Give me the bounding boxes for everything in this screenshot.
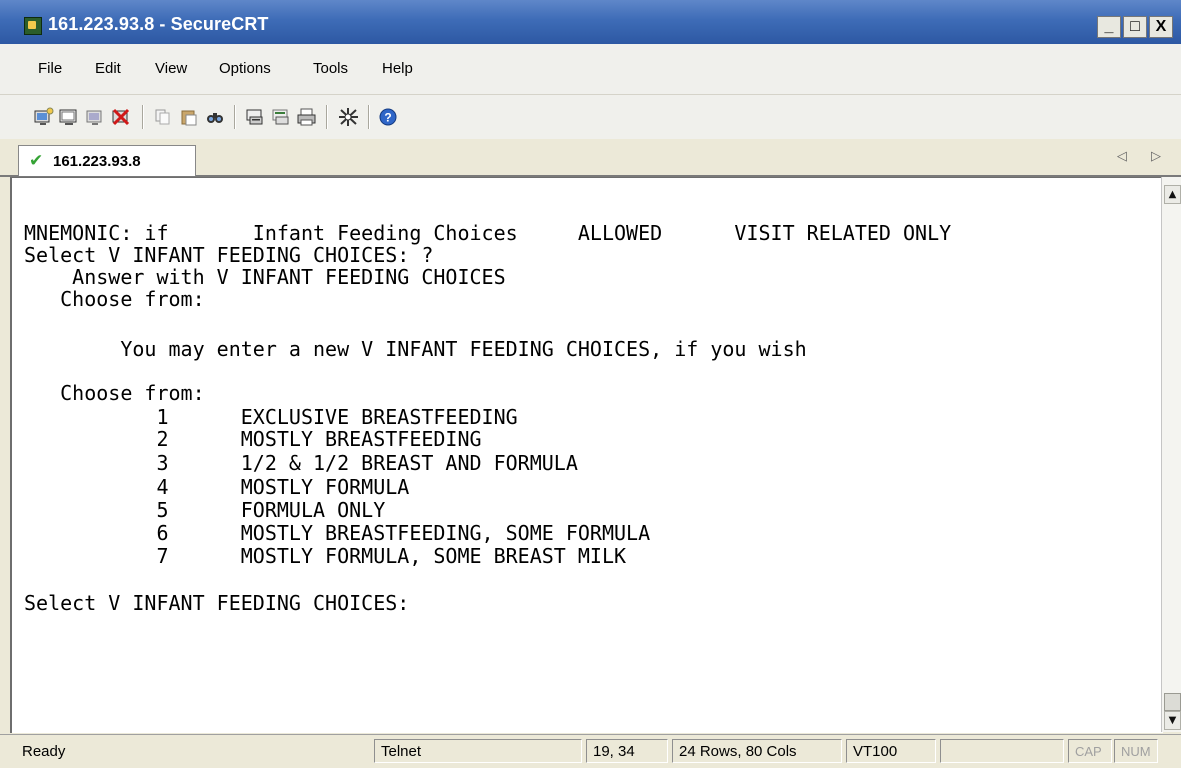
terminal-screen[interactable]: MNEMONIC: if Infant Feeding Choices ALLO… <box>10 177 1163 733</box>
scroll-thumb[interactable] <box>1164 693 1181 711</box>
status-terminal-size: 24 Rows, 80 Cols <box>672 739 842 763</box>
status-ready: Ready <box>22 742 66 760</box>
print-icon[interactable] <box>296 107 318 127</box>
svg-text:?: ? <box>384 111 391 125</box>
toolbar-separator <box>142 105 144 129</box>
scroll-down-arrow-icon[interactable]: ▼ <box>1164 711 1181 730</box>
status-blank-field <box>940 739 1064 763</box>
status-emulation: VT100 <box>846 739 936 763</box>
maximize-button[interactable]: □ <box>1123 16 1147 38</box>
terminal-line: 3 1/2 & 1/2 BREAST AND FORMULA <box>24 451 578 475</box>
minimize-button[interactable]: _ <box>1097 16 1121 38</box>
disconnect-icon[interactable] <box>110 107 132 127</box>
terminal-line: Select V INFANT FEEDING CHOICES: ? <box>24 243 434 267</box>
terminal-line: Answer with V INFANT FEEDING CHOICES <box>24 265 506 289</box>
menu-view[interactable]: View <box>155 60 187 77</box>
session-tab-bar: ✔ 161.223.93.8 ◁ ▷ <box>0 139 1181 177</box>
menu-options[interactable]: Options <box>219 60 271 77</box>
terminal-line: 5 FORMULA ONLY <box>24 498 386 522</box>
toolbar-separator <box>234 105 236 129</box>
terminal-line: MNEMONIC: if Infant Feeding Choices ALLO… <box>24 221 952 245</box>
securecrt-window: 161.223.93.8 - SecureCRT _ □ X File Edit… <box>0 0 1181 768</box>
terminal-line: 1 EXCLUSIVE BREASTFEEDING <box>24 405 518 429</box>
print-selection-icon[interactable] <box>270 107 292 127</box>
vertical-scrollbar[interactable]: ▲ ▼ <box>1161 177 1181 732</box>
terminal-line: Select V INFANT FEEDING CHOICES: <box>24 591 410 615</box>
tab-session-label: 161.223.93.8 <box>53 153 141 170</box>
tab-scroll-arrows[interactable]: ◁ ▷ <box>1117 149 1171 164</box>
copy-icon[interactable] <box>152 107 174 127</box>
status-bar: Ready Telnet 19, 34 24 Rows, 80 Cols VT1… <box>0 734 1181 768</box>
terminal-line: 4 MOSTLY FORMULA <box>24 475 410 499</box>
securecrt-app-icon[interactable] <box>24 17 42 35</box>
scroll-up-arrow-icon[interactable]: ▲ <box>1164 185 1181 204</box>
paste-icon[interactable] <box>178 107 200 127</box>
terminal-line: 2 MOSTLY BREASTFEEDING <box>24 427 482 451</box>
status-protocol: Telnet <box>374 739 582 763</box>
menu-file[interactable]: File <box>38 60 62 77</box>
help-icon[interactable]: ? <box>378 107 400 127</box>
quick-connect-icon[interactable] <box>58 107 80 127</box>
connect-icon[interactable] <box>32 107 54 127</box>
terminal-line: You may enter a new V INFANT FEEDING CHO… <box>24 337 807 361</box>
terminal-line: Choose from: <box>24 381 205 405</box>
menu-bar: File Edit View Options Tools Help <box>0 44 1181 95</box>
caption-buttons: _ □ X <box>1097 16 1173 38</box>
menu-edit[interactable]: Edit <box>95 60 121 77</box>
terminal-line: Choose from: <box>24 287 205 311</box>
print-screen-icon[interactable] <box>244 107 266 127</box>
menu-tools[interactable]: Tools <box>313 60 348 77</box>
status-caps-lock: CAP <box>1068 739 1112 763</box>
settings-icon[interactable] <box>338 107 360 127</box>
reconnect-icon[interactable] <box>84 107 106 127</box>
title-bar[interactable]: 161.223.93.8 - SecureCRT _ □ X <box>0 0 1181 44</box>
terminal-line: 7 MOSTLY FORMULA, SOME BREAST MILK <box>24 544 627 568</box>
status-cursor-position: 19, 34 <box>586 739 668 763</box>
menu-help[interactable]: Help <box>382 60 413 77</box>
toolbar-separator <box>368 105 370 129</box>
find-icon[interactable] <box>204 107 226 127</box>
status-num-lock: NUM <box>1114 739 1158 763</box>
terminal-line: 6 MOSTLY BREASTFEEDING, SOME FORMULA <box>24 521 651 545</box>
connected-check-icon: ✔ <box>29 151 44 171</box>
tab-session[interactable]: ✔ 161.223.93.8 <box>18 145 196 176</box>
toolbar: ? <box>0 95 1181 140</box>
window-title: 161.223.93.8 - SecureCRT <box>48 14 269 34</box>
close-button[interactable]: X <box>1149 16 1173 38</box>
toolbar-separator <box>326 105 328 129</box>
